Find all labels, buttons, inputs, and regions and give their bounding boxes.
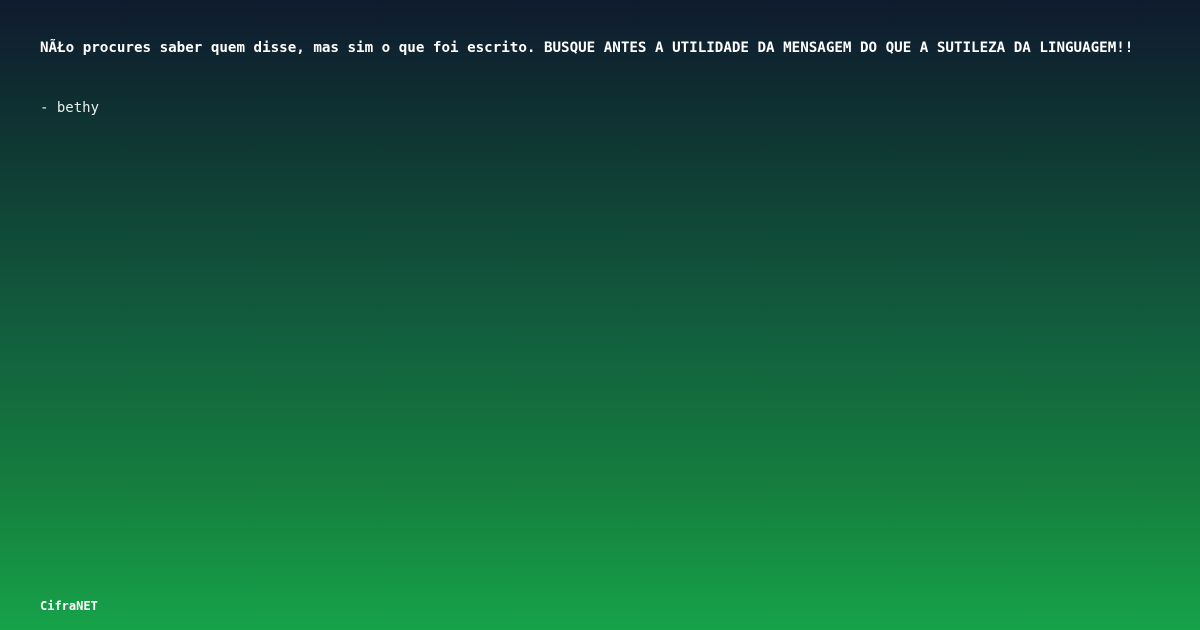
quote-text: NÃŁo procures saber quem disse, mas sim …: [40, 40, 1134, 56]
quote-author: - bethy: [40, 100, 100, 116]
brand-name: CifraNET: [40, 599, 98, 613]
quote-card: NÃŁo procures saber quem disse, mas sim …: [0, 0, 1200, 630]
